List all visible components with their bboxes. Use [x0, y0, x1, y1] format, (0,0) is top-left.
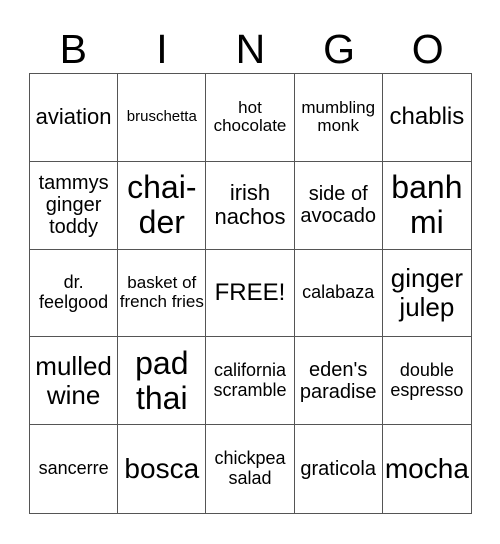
bingo-cell[interactable]: mocha [383, 425, 471, 513]
header-letter-n: N [235, 26, 266, 72]
bingo-cell[interactable]: hot chocolate [206, 74, 295, 162]
bingo-cell[interactable]: side of avocado [294, 161, 383, 250]
bingo-cell[interactable]: eden's paradise [294, 337, 383, 426]
bingo-cell[interactable]: FREE! [206, 249, 295, 338]
bingo-cell[interactable]: chablis [382, 74, 471, 162]
bingo-cell[interactable]: bosca [118, 425, 207, 513]
bingo-cell[interactable]: double espresso [382, 337, 471, 426]
bingo-cell[interactable]: bruschetta [118, 74, 207, 162]
bingo-cell[interactable]: mumbling monk [294, 74, 383, 162]
bingo-cell[interactable]: chai-der [118, 161, 207, 250]
bingo-cell[interactable]: dr. feelgood [30, 249, 119, 338]
bingo-cell[interactable]: calabaza [294, 249, 383, 338]
bingo-grid: aviation bruschetta hot chocolate mumbling … [29, 73, 472, 514]
header-letter-b: B [59, 26, 87, 72]
bingo-cell[interactable]: california scramble [206, 337, 295, 426]
header-letter-g: G [323, 26, 356, 72]
bingo-header: B I N G O [29, 26, 472, 72]
bingo-cell[interactable]: basket of french fries [118, 249, 207, 338]
header-letter-i: I [156, 26, 168, 72]
bingo-cell[interactable]: chickpea salad [206, 425, 295, 513]
bingo-cell[interactable]: banh mi [382, 162, 471, 250]
bingo-cell[interactable]: aviation [30, 74, 119, 162]
bingo-cell[interactable]: sancerre [30, 425, 119, 513]
bingo-cell[interactable]: mulled wine [30, 337, 119, 426]
bingo-cell[interactable]: tammys ginger toddy [30, 161, 119, 250]
header-letter-o: O [411, 26, 444, 72]
bingo-cell[interactable]: ginger julep [382, 250, 471, 338]
bingo-cell[interactable]: graticola [295, 425, 383, 513]
bingo-cell[interactable]: irish nachos [206, 161, 295, 250]
bingo-cell[interactable]: pad thai [118, 337, 207, 426]
